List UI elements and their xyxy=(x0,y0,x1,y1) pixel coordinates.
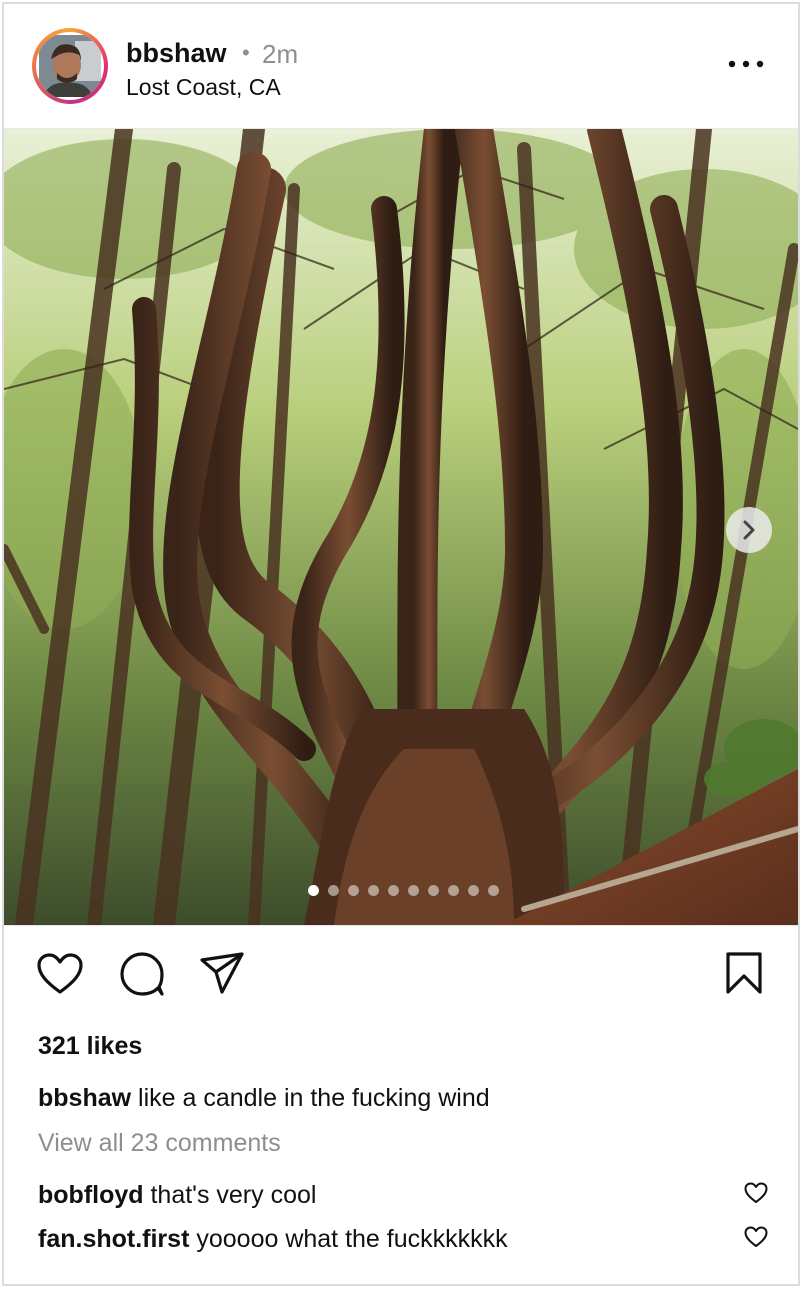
more-icon[interactable] xyxy=(726,54,766,74)
comment-row: fan.shot.first yooooo what the fuckkkkkk… xyxy=(38,1225,508,1254)
comment-username[interactable]: fan.shot.first xyxy=(38,1225,189,1253)
carousel-dot xyxy=(488,885,499,896)
carousel-dot xyxy=(348,885,359,896)
caption-username[interactable]: bbshaw xyxy=(38,1084,131,1112)
post-image[interactable] xyxy=(4,128,798,926)
comment-text: yooooo what the fuckkkkkkk xyxy=(196,1225,508,1253)
comment-like-icon[interactable] xyxy=(744,1182,768,1204)
avatar[interactable] xyxy=(32,28,108,104)
forest-photo xyxy=(4,129,798,925)
like-count[interactable]: 321 likes xyxy=(38,1032,142,1061)
comment-like-icon[interactable] xyxy=(744,1226,768,1248)
action-bar xyxy=(4,924,798,1024)
bookmark-icon[interactable] xyxy=(724,950,764,996)
carousel-dot xyxy=(448,885,459,896)
heart-icon[interactable] xyxy=(36,952,84,996)
comment-username[interactable]: bobfloyd xyxy=(38,1181,144,1209)
carousel-dot xyxy=(308,885,319,896)
caption-text: like a candle in the fucking wind xyxy=(138,1084,490,1112)
caption: bbshaw like a candle in the fucking wind xyxy=(38,1084,490,1113)
chevron-right-icon xyxy=(743,520,755,540)
carousel-dot xyxy=(428,885,439,896)
post-card: bbshaw • 2m Lost Coast, CA 321 likes bbs… xyxy=(2,2,800,1286)
separator-dot: • xyxy=(242,40,250,65)
send-icon[interactable] xyxy=(198,950,246,996)
comment-icon[interactable] xyxy=(118,950,166,998)
carousel-dot xyxy=(368,885,379,896)
avatar-photo xyxy=(39,35,101,97)
carousel-dot xyxy=(388,885,399,896)
next-image-button[interactable] xyxy=(726,507,772,553)
carousel-dot xyxy=(328,885,339,896)
post-time: 2m xyxy=(262,39,299,69)
comment-row: bobfloyd that's very cool xyxy=(38,1181,316,1210)
comment-text: that's very cool xyxy=(150,1181,317,1209)
username[interactable]: bbshaw xyxy=(126,38,227,69)
location[interactable]: Lost Coast, CA xyxy=(126,74,281,101)
carousel-dot xyxy=(468,885,479,896)
carousel-dot xyxy=(408,885,419,896)
post-header: bbshaw • 2m Lost Coast, CA xyxy=(4,4,798,128)
view-all-comments-link[interactable]: View all 23 comments xyxy=(38,1129,281,1158)
